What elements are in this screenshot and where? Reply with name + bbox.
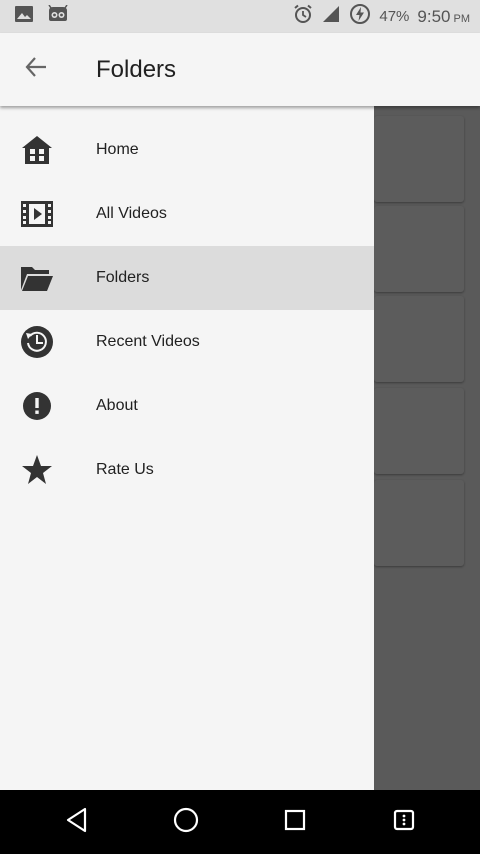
background-card [374, 116, 464, 202]
alarm-icon [293, 4, 313, 29]
menu-item-folders[interactable]: Folders [0, 246, 374, 310]
menu-item-rate-us[interactable]: Rate Us [0, 438, 374, 502]
menu-item-all-videos[interactable]: All Videos [0, 182, 374, 246]
background-card [374, 206, 464, 292]
clock: 9:50 PM [417, 7, 470, 27]
status-time: 9:50 [417, 6, 451, 26]
arrow-back-icon [23, 54, 49, 85]
menu-item-home[interactable]: Home [0, 118, 374, 182]
nav-recents-button[interactable] [265, 790, 325, 854]
status-bar: 47% 9:50 PM [0, 0, 480, 33]
background-content[interactable] [374, 106, 480, 790]
video-film-icon [0, 182, 74, 246]
home-icon [0, 118, 74, 182]
menu-item-label: Folders [96, 269, 150, 286]
nav-menu-button[interactable] [374, 790, 434, 854]
background-card [374, 296, 464, 382]
history-clock-icon [0, 310, 74, 374]
back-button[interactable] [0, 33, 72, 106]
drawer-menu: Home All Videos Folders Recent Videos Ab [0, 118, 374, 502]
menu-item-label: About [96, 397, 138, 414]
recents-nav-icon [283, 808, 307, 837]
folder-open-icon [0, 246, 74, 310]
background-card [374, 480, 464, 566]
menu-item-label: All Videos [96, 205, 167, 222]
menu-item-recent-videos[interactable]: Recent Videos [0, 310, 374, 374]
page-title: Folders [96, 55, 177, 83]
nav-back-button[interactable] [47, 790, 107, 854]
star-icon [0, 438, 74, 502]
menu-item-about[interactable]: About [0, 374, 374, 438]
home-nav-icon [172, 806, 200, 839]
image-icon [14, 5, 34, 28]
battery-percent: 47% [379, 8, 410, 25]
menu-item-label: Rate Us [96, 461, 154, 478]
background-card [374, 388, 464, 474]
signal-icon [321, 4, 341, 29]
status-ampm: PM [453, 12, 471, 25]
back-nav-icon [65, 807, 89, 838]
info-alert-icon [0, 374, 74, 438]
menu-item-label: Home [96, 141, 139, 158]
battery-charging-icon [349, 3, 371, 30]
android-debug-icon [46, 4, 70, 28]
nav-home-button[interactable] [156, 790, 216, 854]
system-navigation-bar [0, 790, 480, 854]
navigation-drawer: Home All Videos Folders Recent Videos Ab [0, 33, 374, 790]
drawer-header: Folders [0, 33, 480, 106]
menu-nav-icon [392, 808, 416, 837]
menu-item-label: Recent Videos [96, 333, 200, 350]
